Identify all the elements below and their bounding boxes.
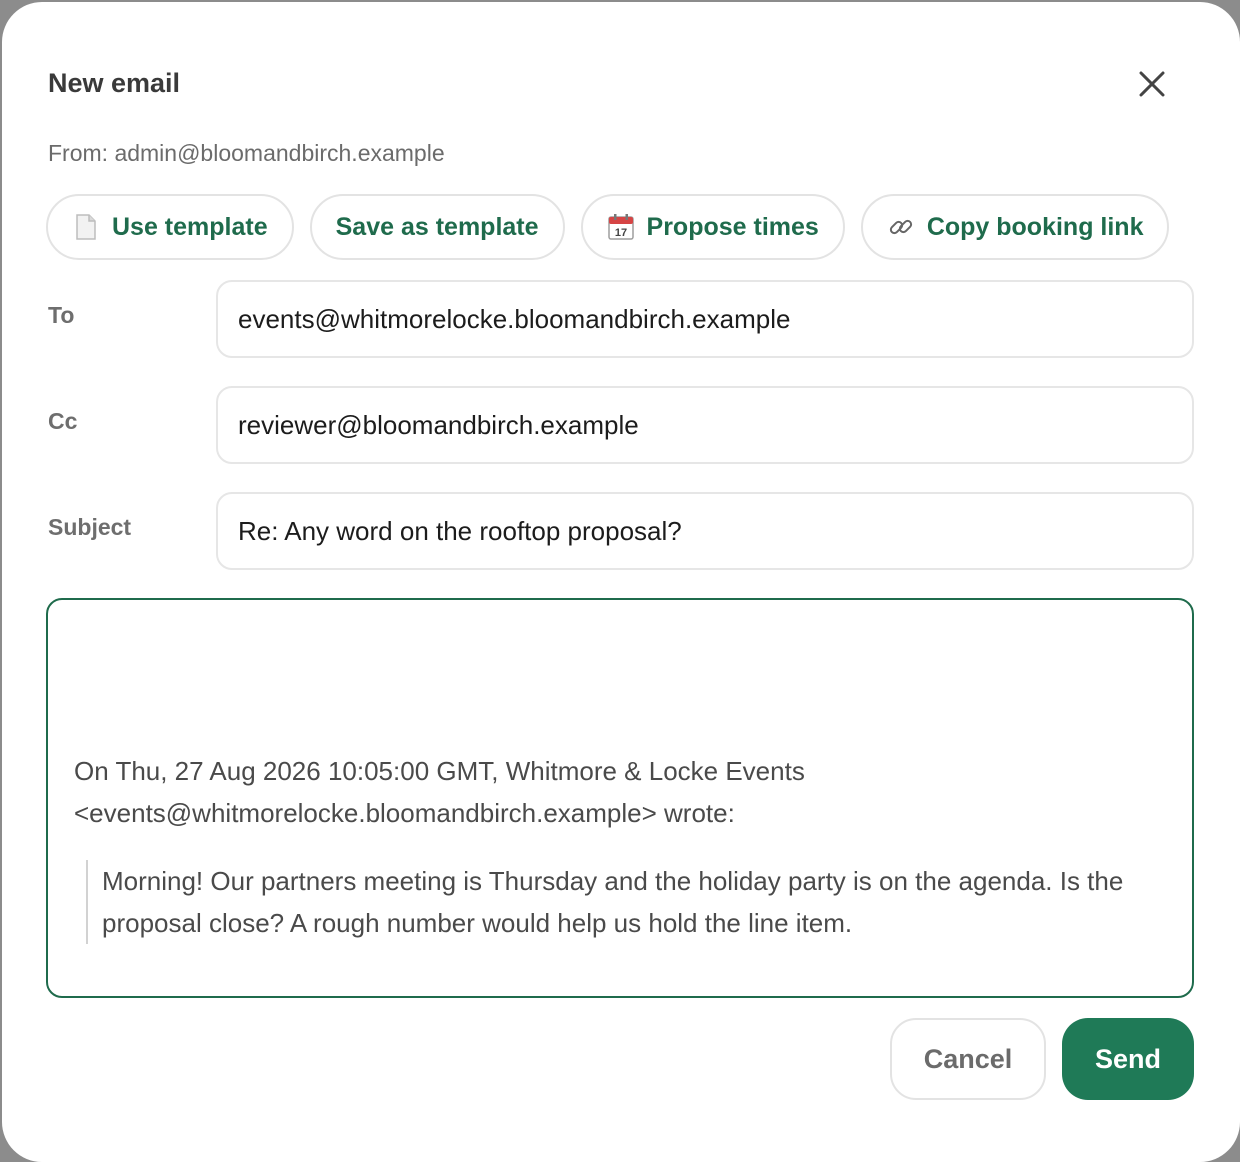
cc-label: Cc [48, 408, 78, 434]
link-icon [887, 213, 915, 241]
quote-header: On Thu, 27 Aug 2026 10:05:00 GMT, Whitmo… [74, 750, 1164, 834]
quote-header-line1: On Thu, 27 Aug 2026 10:05:00 GMT, Whitmo… [74, 756, 805, 786]
save-as-template-label: Save as template [335, 212, 539, 241]
copy-booking-link-label: Copy booking link [926, 212, 1144, 241]
message-body-editor[interactable]: On Thu, 27 Aug 2026 10:05:00 GMT, Whitmo… [46, 598, 1194, 998]
close-icon [1139, 71, 1165, 97]
cc-row: Cc reviewer@bloomandbirch.example [46, 386, 1194, 464]
subject-field[interactable]: Re: Any word on the rooftop proposal? [216, 492, 1194, 570]
propose-times-label: Propose times [646, 212, 819, 241]
to-label: To [48, 302, 75, 328]
send-button[interactable]: Send [1062, 1018, 1194, 1100]
calendar-icon: 17 [607, 213, 635, 241]
save-as-template-button[interactable]: Save as template [309, 194, 565, 260]
compose-dialog: New email From: admin@bloomandbirch.exam… [2, 2, 1240, 1162]
to-row: To events@whitmorelocke.bloomandbirch.ex… [46, 280, 1194, 358]
copy-booking-link-button[interactable]: Copy booking link [860, 194, 1170, 260]
dialog-actions: Cancel Send [890, 1018, 1194, 1100]
calendar-icon-day: 17 [614, 227, 626, 239]
close-button[interactable] [1132, 64, 1172, 104]
compose-toolbar: Use template Save as template 17 Propose… [46, 194, 1170, 260]
to-field[interactable]: events@whitmorelocke.bloomandbirch.examp… [216, 280, 1194, 358]
propose-times-button[interactable]: 17 Propose times [580, 194, 845, 260]
subject-row: Subject Re: Any word on the rooftop prop… [46, 492, 1194, 570]
dialog-title: New email [48, 68, 181, 98]
quoted-message: Morning! Our partners meeting is Thursda… [86, 860, 1182, 944]
quote-header-line2: <events@whitmorelocke.bloomandbirch.exam… [74, 798, 735, 828]
subject-label: Subject [48, 514, 132, 540]
cc-field[interactable]: reviewer@bloomandbirch.example [216, 386, 1194, 464]
use-template-label: Use template [112, 212, 268, 241]
page-icon [72, 213, 100, 241]
dialog-header: New email [48, 64, 1194, 104]
from-address: From: admin@bloomandbirch.example [48, 140, 445, 166]
cancel-button[interactable]: Cancel [890, 1018, 1046, 1100]
use-template-button[interactable]: Use template [46, 194, 294, 260]
